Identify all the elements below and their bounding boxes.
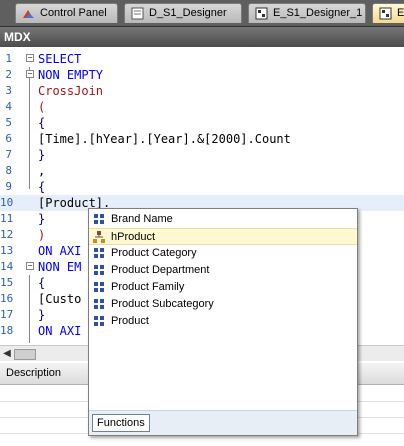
tab-label: Control Panel [40, 7, 107, 19]
code-text: ON AXI [38, 324, 82, 338]
autocomplete-item[interactable]: Product [89, 313, 357, 330]
code-text: ) [38, 228, 46, 242]
line-number: 3 [5, 84, 12, 97]
code-line: 9 { [0, 179, 404, 195]
autocomplete-item[interactable]: Product Category [89, 245, 357, 262]
line-number: 11 [0, 212, 14, 225]
scroll-left-icon[interactable]: ◀ [2, 348, 12, 359]
line-number: 1 [5, 52, 12, 65]
code-text: } [38, 308, 46, 322]
line-number: 8 [5, 164, 12, 177]
line-number: 12 [0, 228, 14, 241]
tab-e-s1-designer-1[interactable]: E_S1_Designer_1 [248, 3, 366, 23]
autocomplete-item-label: Product Family [111, 281, 185, 293]
line-number: 10 [0, 196, 14, 209]
code-line: 4 ( [0, 99, 404, 115]
level-icon [94, 214, 104, 224]
code-line: 6 [Time].[hYear].[Year].&[2000].Count [0, 131, 404, 147]
tab-e-active[interactable]: E [372, 3, 404, 23]
autocomplete-item-selected[interactable]: hProduct [89, 228, 357, 245]
level-icon [94, 265, 104, 275]
line-number: 9 [5, 180, 12, 193]
editor-title: MDX [4, 30, 31, 44]
code-text: NON EM [38, 260, 82, 274]
autocomplete-item-label: Brand Name [111, 213, 173, 225]
autocomplete-item-label: Product [111, 315, 149, 327]
tab-label: E_S1_Designer_1 [273, 7, 363, 19]
autocomplete-footer: Functions [89, 410, 357, 435]
fold-toggle-icon[interactable]: − [26, 262, 34, 270]
document-icon [131, 7, 144, 20]
level-icon [94, 282, 104, 292]
autocomplete-item[interactable]: Product Family [89, 279, 357, 296]
line-number: 4 [5, 100, 12, 113]
designer-icon [255, 7, 268, 20]
code-text: , [38, 164, 46, 178]
autocomplete-item[interactable]: Product Subcategory [89, 296, 357, 313]
code-text: [Custo [38, 292, 82, 306]
level-icon [94, 299, 104, 309]
line-number: 7 [5, 148, 12, 161]
autocomplete-popup: Brand Name hProduct Product Category Pro… [88, 208, 358, 436]
tab-label: D_S1_Designer [149, 7, 227, 19]
autocomplete-item-label: Product Department [111, 264, 210, 276]
autocomplete-item-label: Product Category [111, 247, 197, 259]
line-number: 17 [0, 308, 14, 321]
level-icon [94, 248, 104, 258]
line-number: 13 [0, 244, 14, 257]
code-line: 1 − SELECT [0, 51, 404, 67]
line-number: 6 [5, 132, 12, 145]
code-text: [Time].[hYear].[Year].&[2000].Count [38, 132, 291, 146]
tab-d-s1-designer[interactable]: D_S1_Designer [124, 3, 242, 23]
autocomplete-item-label: hProduct [111, 231, 156, 243]
code-line: 5 { [0, 115, 404, 131]
code-text: ON AXI [38, 244, 82, 258]
level-icon [94, 316, 104, 326]
editor-title-bar: MDX [0, 27, 404, 47]
code-line: 7 } [0, 147, 404, 163]
line-number: 16 [0, 292, 14, 305]
fold-toggle-icon[interactable]: − [26, 54, 34, 62]
code-text: } [38, 212, 46, 226]
code-text: NON EMPTY [38, 68, 104, 82]
functions-button[interactable]: Functions [92, 414, 150, 432]
line-number: 14 [0, 260, 14, 273]
designer-icon [379, 7, 392, 20]
code-text: } [38, 148, 46, 162]
code-text: { [38, 180, 46, 194]
scrollbar-thumb[interactable] [14, 349, 36, 360]
autocomplete-item[interactable]: Product Department [89, 262, 357, 279]
line-number: 18 [0, 324, 14, 337]
hierarchy-icon [93, 231, 105, 243]
code-text: { [38, 116, 46, 130]
code-line: 8 , [0, 163, 404, 179]
document-tab-bar: Control Panel D_S1_Designer E_S1_Designe… [0, 0, 404, 27]
line-number: 2 [5, 68, 12, 81]
line-number: 5 [5, 116, 12, 129]
autocomplete-item-label: Product Subcategory [111, 298, 214, 310]
description-label: Description [6, 367, 62, 379]
fold-toggle-icon[interactable]: − [26, 70, 34, 78]
code-text: ( [38, 100, 46, 114]
code-text: { [38, 276, 46, 290]
tab-label: E [397, 7, 404, 19]
line-number: 15 [0, 276, 14, 289]
tab-control-panel[interactable]: Control Panel [15, 3, 118, 23]
code-text: SELECT [38, 52, 82, 66]
code-text: CrossJoin [38, 84, 104, 98]
code-line: 3 CrossJoin [0, 83, 404, 99]
autocomplete-item[interactable]: Brand Name [89, 211, 357, 228]
control-panel-icon [23, 10, 34, 18]
code-line: 2 − NON EMPTY [0, 67, 404, 83]
